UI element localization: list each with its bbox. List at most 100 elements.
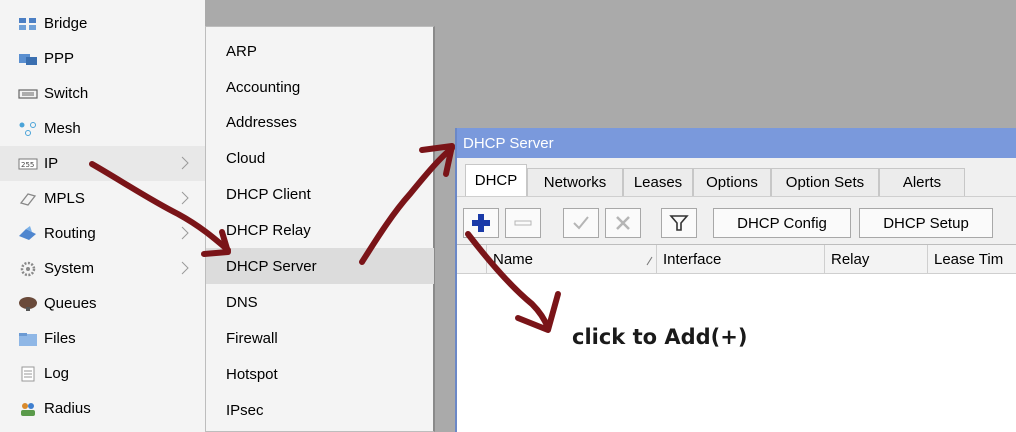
submenu-arrow-icon [181, 261, 189, 275]
column-label: Interface [663, 251, 722, 268]
check-icon [573, 216, 589, 230]
menu-item-ppp[interactable]: PPP [0, 41, 205, 76]
menu-label: Bridge [44, 15, 88, 32]
column-lease-time[interactable]: Lease Tim [928, 245, 1016, 274]
submenu-label: ARP [226, 42, 257, 60]
submenu-label: Firewall [226, 329, 278, 347]
submenu-item-hotspot[interactable]: Hotspot [206, 356, 434, 392]
submenu-item-firewall[interactable]: Firewall [206, 320, 434, 356]
menu-label: Mesh [44, 120, 81, 137]
log-icon [18, 366, 38, 382]
window-tabs: DHCP Networks Leases Options Option Sets… [457, 158, 1016, 196]
cross-icon [616, 216, 630, 230]
sort-icon [646, 256, 653, 266]
menu-label: Log [44, 365, 70, 382]
window-toolbar: DHCP Config DHCP Setup [457, 196, 1016, 245]
submenu-arrow-icon [181, 156, 189, 170]
minus-icon [514, 220, 532, 226]
tab-label: Leases [633, 174, 683, 191]
menu-label: System [44, 260, 95, 277]
tab-leases[interactable]: Leases [623, 168, 693, 196]
submenu-label: DHCP Server [226, 257, 317, 275]
menu-item-mesh[interactable]: Mesh [0, 111, 205, 146]
menu-item-log[interactable]: Log [0, 356, 205, 391]
submenu-item-dhcp-client[interactable]: DHCP Client [206, 176, 434, 212]
queues-icon [18, 296, 38, 312]
tab-networks[interactable]: Networks [527, 168, 623, 196]
submenu-item-cloud[interactable]: Cloud [206, 140, 434, 176]
menu-label: Switch [44, 85, 89, 102]
submenu-arrow-icon [181, 226, 189, 240]
routing-icon [18, 225, 38, 242]
menu-label: MPLS [44, 190, 85, 207]
submenu-label: Cloud [226, 149, 266, 167]
submenu-item-ipsec[interactable]: IPsec [206, 392, 434, 428]
submenu-label: IPsec [226, 401, 264, 419]
folder-icon [18, 331, 38, 347]
ip-icon: 255 [18, 156, 38, 172]
menu-item-switch[interactable]: Switch [0, 76, 205, 111]
submenu-item-arp[interactable]: ARP [206, 33, 434, 69]
tab-label: Alerts [902, 174, 942, 191]
menu-item-mpls[interactable]: MPLS [0, 181, 205, 216]
column-label: Lease Tim [934, 251, 1004, 268]
menu-item-radius[interactable]: Radius [0, 391, 205, 426]
button-label: DHCP Config [737, 214, 827, 232]
table-header: Name Interface Relay Lease Tim [457, 244, 1016, 274]
disable-button[interactable] [605, 208, 641, 238]
menu-label: Queues [44, 295, 97, 312]
mpls-icon [18, 191, 38, 207]
filter-icon [669, 215, 689, 231]
enable-button[interactable] [563, 208, 599, 238]
window-titlebar[interactable]: DHCP Server [457, 128, 1016, 158]
column-interface[interactable]: Interface [657, 245, 825, 274]
submenu-label: DNS [226, 293, 258, 311]
tab-label: Options [706, 174, 758, 191]
menu-item-bridge[interactable]: Bridge [0, 6, 205, 41]
submenu-label: Addresses [226, 113, 297, 131]
ip-submenu: ARP Accounting Addresses Cloud DHCP Clie… [205, 26, 435, 432]
submenu-label: Accounting [226, 78, 301, 96]
menu-item-queues[interactable]: Queues [0, 286, 205, 321]
menu-item-system[interactable]: System [0, 251, 205, 286]
tab-options[interactable]: Options [693, 168, 771, 196]
submenu-item-dhcp-server[interactable]: DHCP Server [206, 248, 434, 284]
submenu-item-dhcp-relay[interactable]: DHCP Relay [206, 212, 434, 248]
plus-icon [472, 214, 490, 232]
column-label: Relay [831, 251, 870, 268]
tab-dhcp[interactable]: DHCP [465, 164, 527, 196]
tab-label: Option Sets [785, 174, 865, 191]
tab-option-sets[interactable]: Option Sets [771, 168, 879, 196]
main-menu: Bridge PPP Switch Mesh 255 IP MPLS Routi… [0, 0, 206, 432]
submenu-item-addresses[interactable]: Addresses [206, 104, 434, 140]
column-relay[interactable]: Relay [825, 245, 928, 274]
bridge-icon [18, 16, 38, 32]
tab-label: Networks [543, 174, 607, 191]
column-label: Name [493, 251, 534, 268]
radius-icon [18, 401, 38, 417]
window-title: DHCP Server [463, 134, 554, 152]
submenu-item-accounting[interactable]: Accounting [206, 69, 434, 105]
dhcp-server-window: DHCP Server DHCP Networks Leases Options… [455, 128, 1016, 432]
menu-item-files[interactable]: Files [0, 321, 205, 356]
menu-label: PPP [44, 50, 75, 67]
add-button[interactable] [463, 208, 499, 238]
ppp-icon [18, 51, 38, 67]
tab-alerts[interactable]: Alerts [879, 168, 965, 196]
menu-item-routing[interactable]: Routing [0, 216, 205, 251]
submenu-label: Hotspot [226, 365, 278, 383]
menu-label: IP [44, 155, 59, 172]
button-label: DHCP Setup [883, 214, 969, 232]
tab-label: DHCP [474, 172, 518, 189]
dhcp-config-button[interactable]: DHCP Config [713, 208, 851, 238]
menu-item-ip[interactable]: 255 IP [0, 146, 205, 181]
mesh-icon [18, 121, 38, 137]
remove-button[interactable] [505, 208, 541, 238]
menu-label: Files [44, 330, 76, 347]
submenu-item-dns[interactable]: DNS [206, 284, 434, 320]
dhcp-setup-button[interactable]: DHCP Setup [859, 208, 993, 238]
filter-button[interactable] [661, 208, 697, 238]
column-name[interactable]: Name [487, 245, 657, 274]
svg-text:255: 255 [21, 161, 34, 169]
column-select[interactable] [457, 245, 487, 274]
